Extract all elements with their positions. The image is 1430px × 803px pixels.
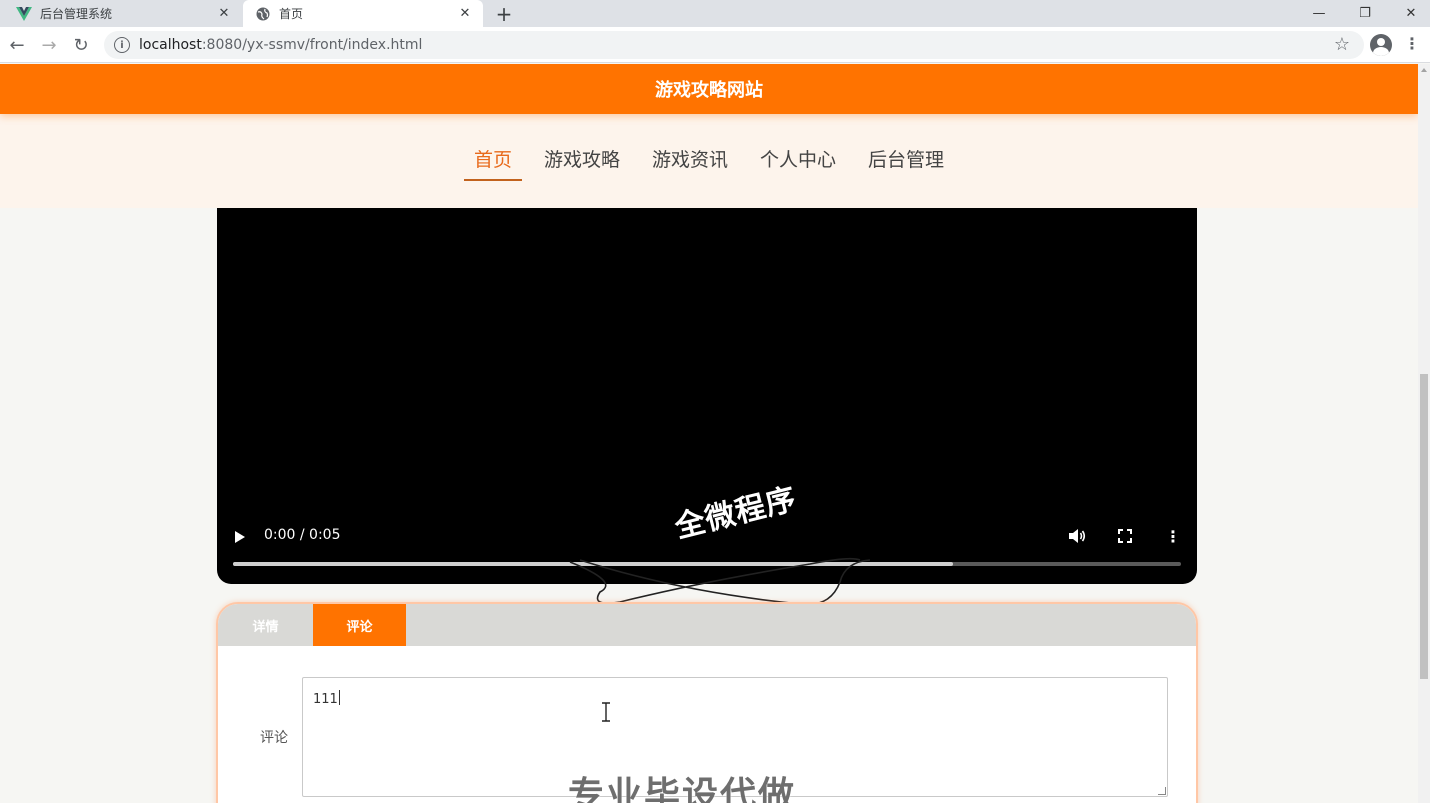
browser-tab-home[interactable]: 首页 ✕: [243, 0, 483, 27]
browser-tab-title: 后台管理系统: [40, 7, 113, 21]
textarea-resize-handle[interactable]: [1158, 787, 1166, 795]
more-options-icon[interactable]: ⋮: [1161, 524, 1185, 548]
main-nav: 首页 游戏攻略 游戏资讯 个人中心 后台管理: [0, 114, 1418, 208]
text-cursor-icon: [602, 702, 610, 722]
minimize-icon[interactable]: —: [1296, 0, 1342, 27]
address-bar[interactable]: i localhost:8080/yx-ssmv/front/index.htm…: [104, 31, 1364, 59]
site-title: 游戏攻略网站: [655, 80, 763, 101]
scroll-up-arrow-icon[interactable]: [1421, 68, 1427, 72]
tab-details[interactable]: 详情: [218, 604, 313, 646]
fullscreen-icon[interactable]: [1113, 524, 1137, 548]
page-scrollbar[interactable]: [1418, 64, 1430, 803]
nav-item-profile[interactable]: 个人中心: [750, 143, 846, 179]
restore-icon[interactable]: ❐: [1342, 0, 1388, 27]
nav-item-home[interactable]: 首页: [463, 143, 522, 181]
play-icon[interactable]: [235, 531, 245, 543]
comment-watermark: 专业毕设代做: [568, 775, 797, 803]
tabs-bar: 详情 评论: [218, 604, 1196, 646]
forward-arrow-icon[interactable]: →: [37, 33, 61, 57]
nav-item-news[interactable]: 游戏资讯: [642, 143, 738, 179]
globe-icon: [255, 6, 271, 22]
info-icon[interactable]: i: [114, 37, 130, 53]
close-icon[interactable]: ✕: [455, 4, 475, 24]
comment-label: 评论: [260, 730, 288, 746]
comment-text: 111: [313, 692, 338, 707]
site-header: 游戏攻略网站: [0, 64, 1418, 114]
tab-comments[interactable]: 评论: [313, 604, 406, 646]
url-path: :8080/yx-ssmv/front/index.html: [201, 37, 423, 53]
video-time: 0:00 / 0:05: [264, 527, 341, 543]
detail-tabs-card: 详情 评论 评论 111 专业毕设代做: [216, 602, 1198, 803]
scrollbar-thumb[interactable]: [1420, 374, 1428, 679]
browser-toolbar: ← → ↻ i localhost:8080/yx-ssmv/front/ind…: [0, 27, 1430, 63]
video-player[interactable]: 全微程序 0:00 / 0:05 ⋮: [217, 208, 1197, 584]
reload-icon[interactable]: ↻: [69, 33, 93, 57]
browser-tab-admin[interactable]: 后台管理系统 ✕: [0, 0, 242, 27]
new-tab-plus-icon[interactable]: +: [492, 2, 516, 26]
volume-icon[interactable]: [1065, 524, 1089, 548]
nav-item-admin[interactable]: 后台管理: [858, 143, 954, 179]
back-arrow-icon[interactable]: ←: [5, 33, 29, 57]
nav-item-guides[interactable]: 游戏攻略: [534, 143, 630, 179]
browser-menu-icon[interactable]: ⋮: [1404, 34, 1420, 53]
url-host: localhost: [139, 37, 202, 53]
profile-avatar-icon[interactable]: [1370, 34, 1392, 56]
browser-tabstrip: 后台管理系统 ✕ 首页 ✕ + — ❐ ✕: [0, 0, 1430, 27]
vue-logo-icon: [16, 6, 32, 22]
bookmark-star-icon[interactable]: ☆: [1334, 34, 1350, 55]
text-caret: [338, 690, 340, 705]
window-close-icon[interactable]: ✕: [1388, 0, 1430, 27]
close-icon[interactable]: ✕: [214, 4, 234, 24]
page-viewport: 游戏攻略网站 首页 游戏攻略 游戏资讯 个人中心 后台管理 全微程序 0:00 …: [0, 64, 1418, 803]
browser-tab-title: 首页: [279, 7, 304, 21]
